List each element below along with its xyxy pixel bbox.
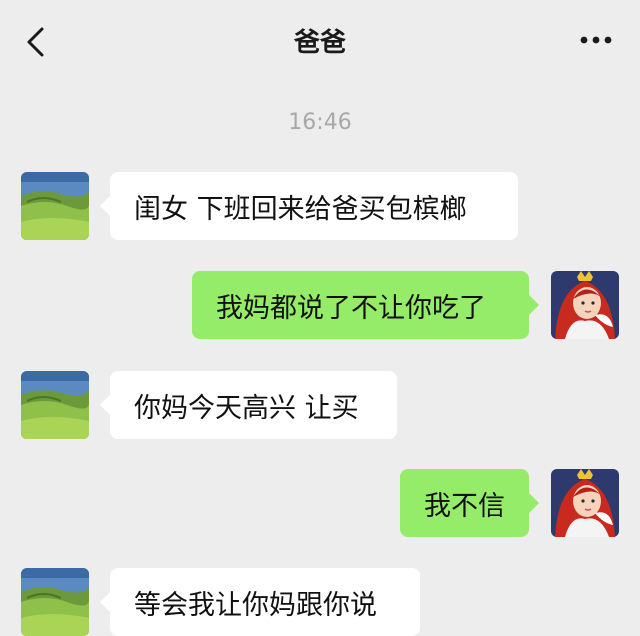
message-timestamp: 16:46 <box>288 110 352 135</box>
message-bubble[interactable]: 我不信 <box>400 469 539 537</box>
my-avatar[interactable] <box>551 469 619 537</box>
message-bubble[interactable]: 你妈今天高兴 让买 <box>100 371 397 439</box>
message-text: 我妈都说了不让你吃了 <box>216 292 486 324</box>
message-bubble[interactable]: 等会我让你妈跟你说 <box>100 568 420 636</box>
chat-title: 爸爸 <box>293 27 346 58</box>
chat-header: 爸爸 <box>0 0 640 80</box>
landscape-avatar-icon <box>21 568 89 636</box>
message-text: 我不信 <box>424 490 505 522</box>
landscape-avatar-icon <box>21 172 89 240</box>
message-bubble[interactable]: 我妈都说了不让你吃了 <box>192 271 539 339</box>
message-text: 你妈今天高兴 让买 <box>134 392 359 424</box>
my-avatar[interactable] <box>551 271 619 339</box>
cartoon-princess-avatar-icon <box>551 469 619 537</box>
cartoon-princess-avatar-icon <box>551 271 619 339</box>
dad-avatar[interactable] <box>21 371 89 439</box>
message-text: 闺女 下班回来给爸买包槟榔 <box>134 193 467 225</box>
dad-avatar[interactable] <box>21 172 89 240</box>
message-text: 等会我让你妈跟你说 <box>134 589 377 621</box>
more-dots-icon[interactable] <box>576 30 616 50</box>
landscape-avatar-icon <box>21 371 89 439</box>
chevron-left-icon[interactable] <box>22 26 50 58</box>
message-bubble[interactable]: 闺女 下班回来给爸买包槟榔 <box>100 172 518 240</box>
dad-avatar[interactable] <box>21 568 89 636</box>
